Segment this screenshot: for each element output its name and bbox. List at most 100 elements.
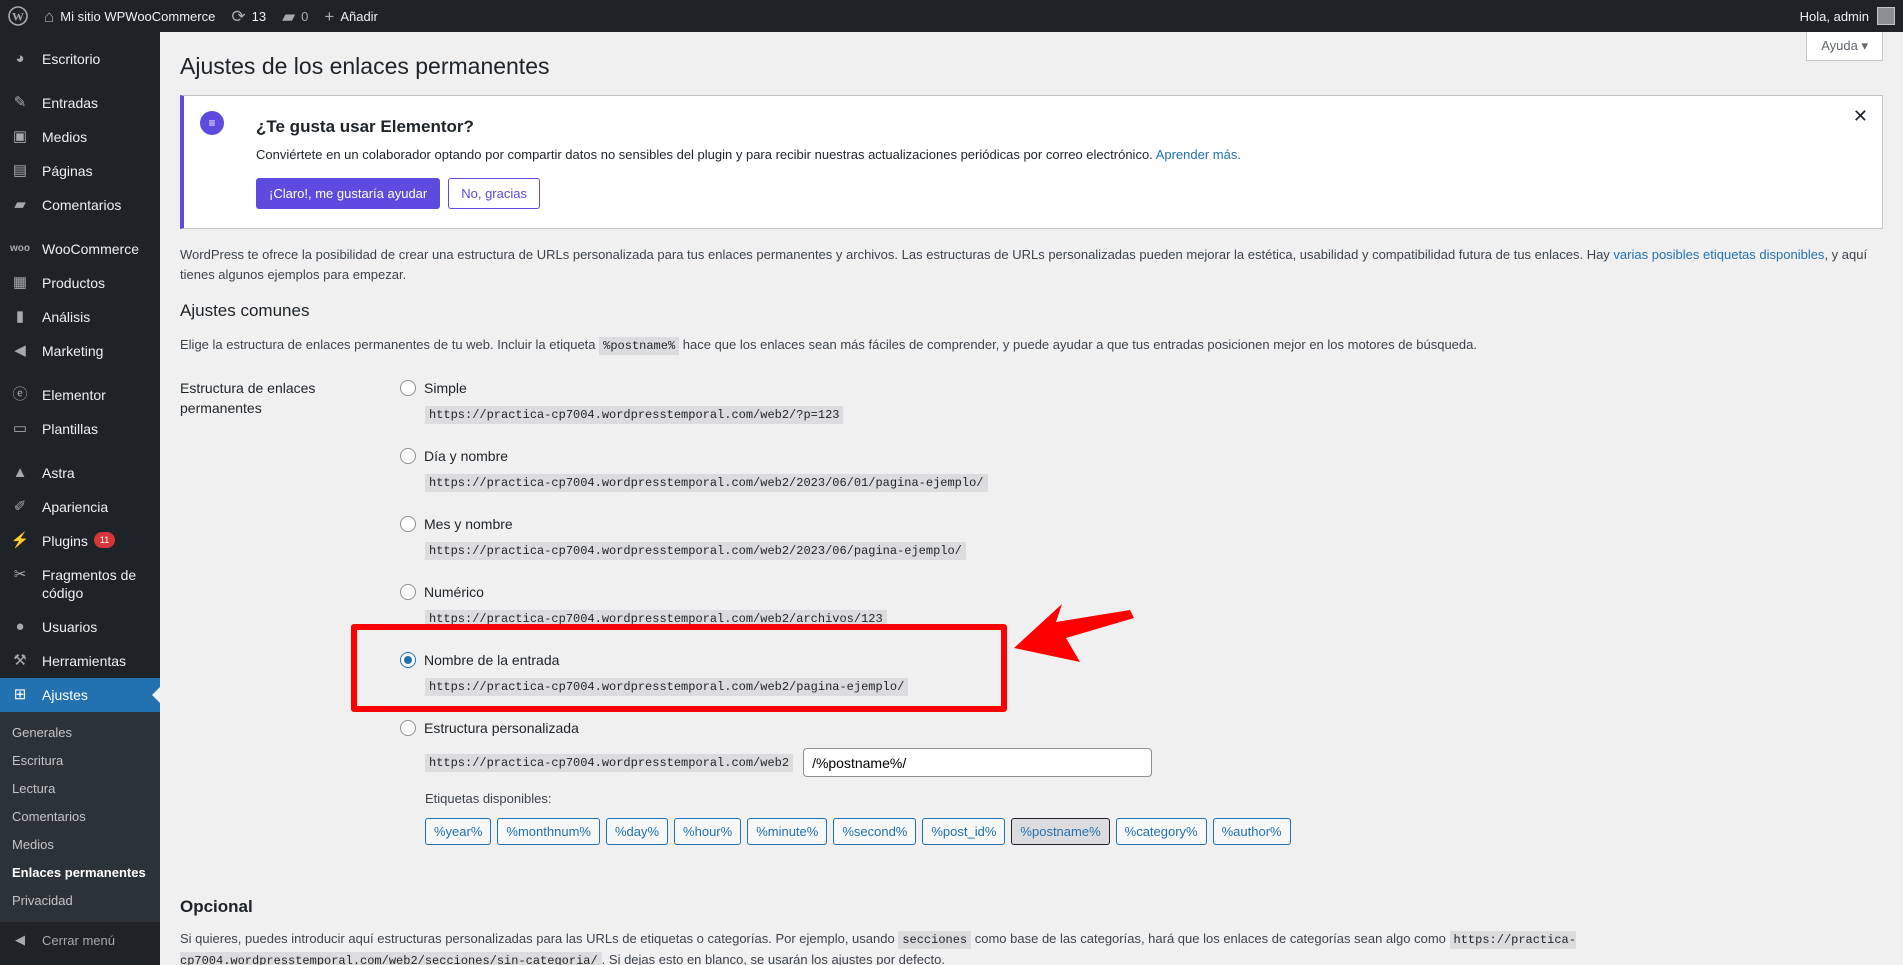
menu-productos[interactable]: ▦ Productos <box>0 266 160 300</box>
main-content: Ayuda ▾ Ajustes de los enlaces permanent… <box>160 32 1903 965</box>
radio-custom[interactable] <box>400 720 416 736</box>
site-name: Mi sitio WPWooCommerce <box>60 8 216 24</box>
site-name-link[interactable]: ⌂ Mi sitio WPWooCommerce <box>36 0 223 32</box>
menu-label: Elementor <box>42 387 106 403</box>
settings-icon: ⊞ <box>13 686 27 703</box>
sample-url: https://practica-cp7004.wordpresstempora… <box>425 406 844 424</box>
menu-elementor[interactable]: ⓔ Elementor <box>0 378 160 412</box>
help-tab-button[interactable]: Ayuda ▾ <box>1806 32 1883 61</box>
scissors-icon: ✂ <box>13 566 27 583</box>
intro-text: WordPress te ofrece la posibilidad de cr… <box>180 245 1883 285</box>
page-title: Ajustes de los enlaces permanentes <box>180 53 550 79</box>
opt-out-button[interactable]: No, gracias <box>448 178 540 209</box>
settings-submenu: Generales Escritura Lectura Comentarios … <box>0 712 160 922</box>
caret-down-icon: ▾ <box>1861 38 1868 53</box>
submenu-comentarios[interactable]: Comentarios <box>0 803 160 831</box>
tag-button[interactable]: %monthnum% <box>497 818 600 845</box>
option-label: Estructura personalizada <box>424 720 579 736</box>
close-icon[interactable]: ✕ <box>1853 106 1868 127</box>
plugin-icon: ⚡ <box>10 532 30 549</box>
submenu-generales[interactable]: Generales <box>0 719 160 747</box>
woo-icon: woo <box>10 243 30 254</box>
collapse-menu-button[interactable]: ◀ Cerrar menú <box>0 922 160 958</box>
updates-count: 13 <box>251 8 267 24</box>
menu-ajustes[interactable]: ⊞ Ajustes <box>0 678 160 712</box>
tag-button[interactable]: %author% <box>1212 818 1291 845</box>
notice-heading: ¿Te gusta usar Elementor? <box>256 117 474 136</box>
menu-label: Herramientas <box>42 653 127 669</box>
wordpress-logo-icon[interactable]: W <box>0 0 36 32</box>
menu-plugins[interactable]: ⚡ Plugins 11 <box>0 524 160 558</box>
home-icon: ⌂ <box>44 6 55 26</box>
available-tags-link[interactable]: varias posibles etiquetas disponibles <box>1613 247 1824 262</box>
menu-fragmentos[interactable]: ✂ Fragmentos de código <box>0 558 160 610</box>
comments-link[interactable]: ▰ 0 <box>274 0 316 32</box>
menu-entradas[interactable]: ✎ Entradas <box>0 86 160 120</box>
menu-astra[interactable]: ▲ Astra <box>0 456 160 490</box>
custom-structure-input[interactable] <box>803 748 1153 777</box>
menu-apariencia[interactable]: ✐ Apariencia <box>0 490 160 524</box>
admin-bar: W ⌂ Mi sitio WPWooCommerce ⟳ 13 ▰ 0 + Añ… <box>0 0 1903 32</box>
menu-comentarios[interactable]: ▰ Comentarios <box>0 188 160 222</box>
tag-button[interactable]: %post_id% <box>922 818 1006 845</box>
elementor-icon: ≡ <box>200 111 224 135</box>
desc-part: . Si dejas esto en blanco, se usarán los… <box>601 952 945 965</box>
menu-label: Escritorio <box>42 51 101 67</box>
tag-button[interactable]: %day% <box>605 818 669 845</box>
option-label: Mes y nombre <box>424 516 513 532</box>
plugins-update-badge: 11 <box>93 532 116 548</box>
tag-button-active[interactable]: %postname% <box>1011 818 1110 845</box>
menu-woocommerce[interactable]: woo WooCommerce <box>0 232 160 266</box>
menu-label: Productos <box>42 275 106 291</box>
sample-url: https://practica-cp7004.wordpresstempora… <box>425 542 966 560</box>
menu-paginas[interactable]: ▤ Páginas <box>0 154 160 188</box>
collapse-label: Cerrar menú <box>42 932 115 948</box>
custom-base-url: https://practica-cp7004.wordpresstempora… <box>425 753 794 772</box>
updates-link[interactable]: ⟳ 13 <box>223 0 274 32</box>
submenu-lectura[interactable]: Lectura <box>0 775 160 803</box>
code-sample: secciones <box>898 931 972 949</box>
comments-count: 0 <box>301 8 309 24</box>
folder-icon: ▭ <box>12 420 28 437</box>
menu-analisis[interactable]: ▮ Análisis <box>0 300 160 334</box>
new-content-link[interactable]: + Añadir <box>316 0 386 32</box>
menu-medios[interactable]: ▣ Medios <box>0 120 160 154</box>
intro-part: WordPress te ofrece la posibilidad de cr… <box>180 247 1614 262</box>
users-icon: ● <box>15 618 25 635</box>
tag-button[interactable]: %category% <box>1115 818 1207 845</box>
postname-code: %postname% <box>599 337 680 355</box>
available-tags-label: Etiquetas disponibles: <box>425 791 552 806</box>
elementor-notice: ≡ ¿Te gusta usar Elementor? Conviértete … <box>180 95 1883 229</box>
radio-numeric[interactable] <box>400 584 416 600</box>
tag-button[interactable]: %year% <box>425 818 492 845</box>
common-settings-heading: Ajustes comunes <box>180 301 310 320</box>
annotation-arrow-icon <box>1014 604 1134 662</box>
radio-month-name[interactable] <box>400 516 416 532</box>
tag-button[interactable]: %hour% <box>674 818 742 845</box>
menu-escritorio[interactable]: ◕ Escritorio <box>0 42 160 76</box>
submenu-enlaces-permanentes[interactable]: Enlaces permanentes <box>0 859 160 887</box>
menu-marketing[interactable]: ◀ Marketing <box>0 334 160 368</box>
structure-label: Estructura de enlaces permanentes <box>180 380 316 416</box>
my-account[interactable]: Hola, admin <box>1792 0 1903 32</box>
radio-day-name[interactable] <box>400 448 416 464</box>
menu-label: Apariencia <box>42 499 109 515</box>
desc-part: Si quieres, puedes introducir aquí estru… <box>180 931 899 946</box>
updates-icon: ⟳ <box>231 6 246 26</box>
pin-icon: ✎ <box>13 94 27 111</box>
option-simple: Simple https://practica-cp7004.wordpress… <box>400 378 1883 446</box>
menu-plantillas[interactable]: ▭ Plantillas <box>0 412 160 446</box>
learn-more-link[interactable]: Aprender más. <box>1156 147 1241 162</box>
annotation-highlight-box <box>351 624 1007 712</box>
submenu-medios[interactable]: Medios <box>0 831 160 859</box>
menu-herramientas[interactable]: ⚒ Herramientas <box>0 644 160 678</box>
dashboard-icon: ◕ <box>15 50 25 67</box>
tag-button[interactable]: %second% <box>833 818 917 845</box>
opt-in-button[interactable]: ¡Claro!, me gustaría ayudar <box>256 178 441 209</box>
desc-part: hace que los enlaces sean más fáciles de… <box>679 337 1477 352</box>
submenu-escritura[interactable]: Escritura <box>0 747 160 775</box>
menu-usuarios[interactable]: ● Usuarios <box>0 610 160 644</box>
tag-button[interactable]: %minute% <box>747 818 828 845</box>
radio-simple[interactable] <box>400 380 416 396</box>
submenu-privacidad[interactable]: Privacidad <box>0 887 160 915</box>
